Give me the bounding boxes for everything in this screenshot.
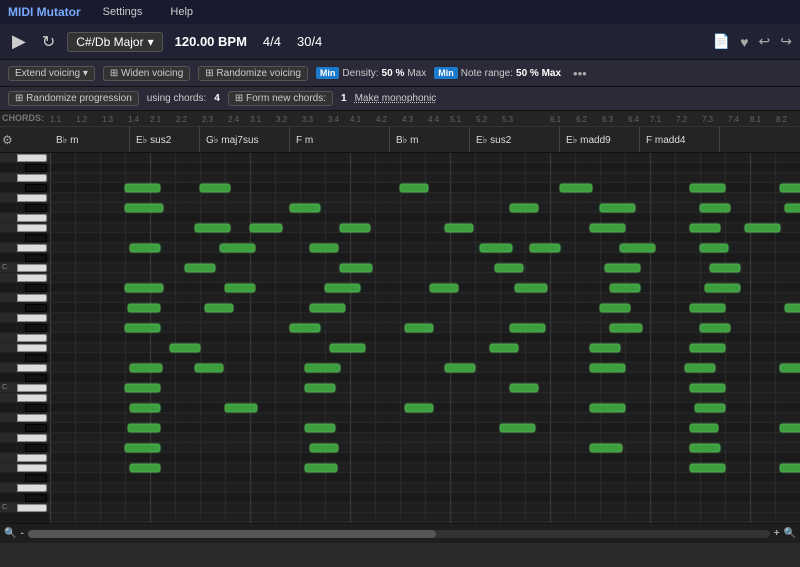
zoom-in-plus[interactable]: + (774, 528, 780, 539)
form-new-chords-btn[interactable]: ⊞ Form new chords: (228, 91, 333, 106)
key-selector[interactable]: C#/Db Major ▾ (67, 32, 162, 52)
chord-strip: CHORDS: 1.1 1.2 1.3 1.4 2.1 2.2 2.3 2.4 … (0, 111, 800, 153)
piano-keys: C C C (0, 153, 50, 523)
piano-key-25[interactable] (0, 403, 49, 413)
redo-icon[interactable]: ↪ (780, 33, 792, 50)
widen-voicing-btn[interactable]: ⊞ Widen voicing (103, 66, 190, 81)
titlebar: MIDI Mutator Settings Help (0, 0, 800, 24)
piano-key-34[interactable] (0, 493, 49, 503)
piano-key-10[interactable] (0, 253, 49, 263)
transport-bar: ▶ ↻ C#/Db Major ▾ 120.00 BPM 4/4 30/4 📄 … (0, 24, 800, 60)
chord-region-0: B♭ m (50, 127, 130, 153)
piano-key-6[interactable] (0, 213, 49, 223)
piano-key-1[interactable] (0, 163, 49, 173)
using-chords-value[interactable]: 4 (214, 93, 220, 104)
piano-key-23[interactable]: C (0, 383, 49, 393)
settings-gear[interactable]: ⚙ (2, 133, 13, 147)
density-max-label: Max (407, 68, 426, 79)
loop-button[interactable]: ↻ (38, 32, 59, 52)
randomize-progression-btn[interactable]: ⊞ Randomize progression (8, 91, 139, 106)
piano-key-22[interactable] (0, 373, 49, 383)
options-bar: Extend voicing ▾ ⊞ Widen voicing ⊞ Rando… (0, 60, 800, 87)
piano-key-33[interactable] (0, 483, 49, 493)
chords-label: CHORDS: (2, 113, 44, 123)
piano-key-32[interactable] (0, 473, 49, 483)
piano-key-24[interactable] (0, 393, 49, 403)
note-range-control: Min Note range: 50 % Max (434, 67, 561, 79)
extend-voicing-btn[interactable]: Extend voicing ▾ (8, 66, 95, 81)
piano-roll-grid[interactable] (50, 153, 800, 523)
file-icon[interactable]: 📄 (713, 33, 730, 50)
piano-key-11[interactable]: C (0, 263, 49, 273)
piano-key-8[interactable] (0, 233, 49, 243)
bpm-display[interactable]: 120.00 BPM (171, 34, 251, 49)
chord-region-6: E♭ madd9 (560, 127, 640, 153)
density-control: Min Density: 50 % Max (316, 67, 426, 79)
note-range-label: Note range: (461, 68, 513, 79)
scroll-thumb[interactable] (28, 530, 436, 538)
zoom-in-icon[interactable]: 🔍 (784, 528, 796, 539)
note-range-min-tag: Min (434, 67, 458, 79)
piano-key-15[interactable] (0, 303, 49, 313)
scrollbar: 🔍 - + 🔍 (0, 523, 800, 543)
time-signature[interactable]: 4/4 (259, 34, 285, 49)
note-range-value[interactable]: 50 % Max (516, 68, 561, 79)
piano-key-4[interactable] (0, 193, 49, 203)
piano-key-19[interactable] (0, 343, 49, 353)
chord-region-4: B♭ m (390, 127, 470, 153)
play-button[interactable]: ▶ (8, 31, 30, 52)
density-label: Density: (342, 68, 378, 79)
zoom-out-icon[interactable]: 🔍 (4, 528, 16, 539)
undo-icon[interactable]: ↩ (759, 33, 771, 50)
piano-key-14[interactable] (0, 293, 49, 303)
scroll-track[interactable] (28, 530, 770, 538)
piano-key-16[interactable] (0, 313, 49, 323)
piano-key-30[interactable] (0, 453, 49, 463)
make-mono-label[interactable]: Make monophonic (355, 93, 437, 104)
menu-help[interactable]: Help (164, 4, 199, 20)
chord-region-7: F madd4 (640, 127, 720, 153)
density-value[interactable]: 50 % (382, 68, 405, 79)
position-display: 30/4 (293, 34, 326, 49)
chord-region-3: F m (290, 127, 390, 153)
chord-region-5: E♭ sus2 (470, 127, 560, 153)
form-new-value[interactable]: 1 (341, 93, 347, 104)
piano-key-27[interactable] (0, 423, 49, 433)
piano-key-26[interactable] (0, 413, 49, 423)
options-bar-2: ⊞ Randomize progression using chords: 4 … (0, 87, 800, 111)
piano-key-13[interactable] (0, 283, 49, 293)
heart-icon[interactable]: ♥ (740, 34, 748, 50)
piano-key-12[interactable] (0, 273, 49, 283)
piano-key-29[interactable] (0, 443, 49, 453)
piano-key-5[interactable] (0, 203, 49, 213)
menu-settings[interactable]: Settings (97, 4, 149, 20)
piano-key-28[interactable] (0, 433, 49, 443)
piano-key-18[interactable] (0, 333, 49, 343)
piano-key-0[interactable] (0, 153, 49, 163)
randomize-voicing-btn[interactable]: ⊞ Randomize voicing (198, 66, 308, 81)
piano-key-20[interactable] (0, 353, 49, 363)
piano-key-21[interactable] (0, 363, 49, 373)
using-chords-label: using chords: (147, 93, 206, 104)
piano-key-2[interactable] (0, 173, 49, 183)
piano-key-7[interactable] (0, 223, 49, 233)
piano-key-9[interactable] (0, 243, 49, 253)
piano-key-35[interactable]: C (0, 503, 49, 513)
chord-region-1: E♭ sus2 (130, 127, 200, 153)
piano-key-31[interactable] (0, 463, 49, 473)
more-options-btn[interactable]: ••• (573, 66, 587, 81)
chord-region-2: G♭ maj7sus (200, 127, 290, 153)
app-name: MIDI Mutator (8, 5, 81, 19)
piano-key-3[interactable] (0, 183, 49, 193)
piano-key-17[interactable] (0, 323, 49, 333)
zoom-out-minus[interactable]: - (20, 528, 23, 539)
density-min-tag: Min (316, 67, 340, 79)
